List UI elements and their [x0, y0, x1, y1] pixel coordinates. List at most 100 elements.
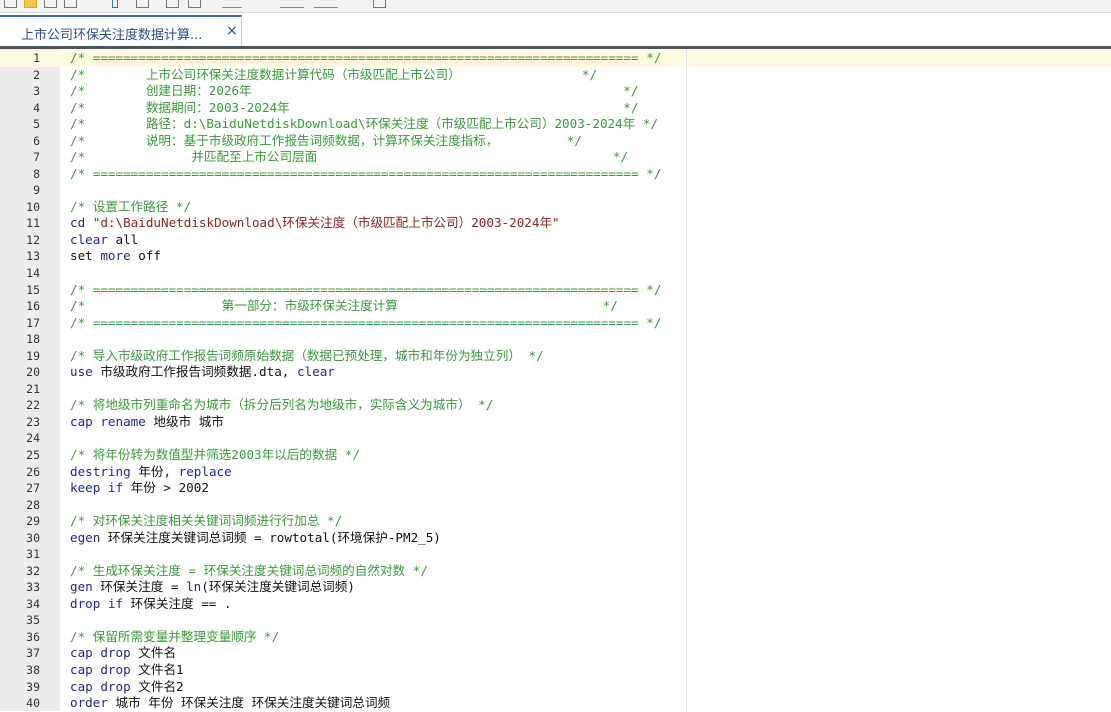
- code-line[interactable]: 15 /* ===================================…: [0, 282, 1111, 299]
- code-line[interactable]: 11 cd "d:\BaiduNetdiskDownload\环保关注度（市级匹配…: [0, 215, 1111, 232]
- line-number: 40: [26, 696, 40, 711]
- code-line[interactable]: 2 /* 上市公司环保关注度数据计算代码（市级匹配上市公司） */: [0, 67, 1111, 84]
- code-line[interactable]: 9: [0, 182, 1111, 199]
- code-line[interactable]: 24: [0, 430, 1111, 447]
- code-text: order 城市 年份 环保关注度 环保关注度关键词总词频: [70, 695, 390, 712]
- code-line[interactable]: 25 /* 将年份转为数值型并筛选2003年以后的数据 */: [0, 447, 1111, 464]
- code-keyword: use: [70, 364, 93, 380]
- line-number: 34: [26, 596, 40, 611]
- code-line[interactable]: 16 /* 第一部分：市级环保关注度计算 */: [0, 298, 1111, 315]
- view-menu-icon[interactable]: [373, 0, 386, 8]
- indent-icon[interactable]: [280, 0, 304, 8]
- code-keyword: gen: [70, 579, 93, 595]
- code-token: 文件名1: [130, 661, 184, 677]
- line-number: 23: [26, 414, 40, 429]
- code-keyword: more: [100, 248, 131, 264]
- code-line[interactable]: 23 cap rename 地级市 城市: [0, 414, 1111, 431]
- code-comment: /* =====================================…: [70, 281, 662, 297]
- code-line[interactable]: 8 /* ====================================…: [0, 166, 1111, 183]
- paste-icon[interactable]: [188, 0, 201, 8]
- code-line[interactable]: 12 clear all: [0, 232, 1111, 249]
- code-text: cap drop 文件名2: [70, 679, 184, 696]
- code-keyword: ln: [186, 579, 202, 595]
- code-line[interactable]: 31: [0, 546, 1111, 563]
- line-number: 22: [26, 398, 40, 413]
- code-token: 文件名: [130, 645, 177, 661]
- open-folder-icon[interactable]: [24, 0, 37, 8]
- code-text: /* 上市公司环保关注度数据计算代码（市级匹配上市公司） */: [70, 67, 597, 84]
- code-comment: /* 第一部分：市级环保关注度计算 */: [70, 298, 618, 314]
- code-token: 环保关注度 == .: [123, 595, 232, 611]
- code-text: egen 环保关注度关键词总词频 = rowtotal(环境保护-PM2_5): [70, 530, 441, 547]
- code-line[interactable]: 7 /* 并匹配至上市公司层面 */: [0, 149, 1111, 166]
- code-line[interactable]: 36 /* 保留所需变量并整理变量顺序 */: [0, 629, 1111, 646]
- code-comment: /* 并匹配至上市公司层面 */: [70, 149, 629, 165]
- code-line[interactable]: 3 /* 创建日期：2026年 */: [0, 83, 1111, 100]
- line-number: 1: [33, 51, 40, 65]
- code-line[interactable]: 10 /* 设置工作路径 */: [0, 199, 1111, 216]
- code-comment: /* 说明：基于市级政府工作报告词频数据，计算环保关注度指标， */: [70, 132, 582, 148]
- code-line[interactable]: 35: [0, 612, 1111, 629]
- new-file-icon[interactable]: [4, 0, 17, 8]
- undo-icon[interactable]: [222, 0, 242, 8]
- code-keyword: clear: [296, 364, 335, 380]
- code-text: cd "d:\BaiduNetdiskDownload\环保关注度（市级匹配上市…: [70, 215, 560, 232]
- code-line[interactable]: 32 /* 生成环保关注度 = 环保关注度关键词总词频的自然对数 */: [0, 563, 1111, 580]
- line-number: 26: [26, 464, 40, 479]
- tab-bar: 上市公司环保关注度数据计算... ×: [0, 13, 1111, 46]
- code-line[interactable]: 26 destring 年份, replace: [0, 464, 1111, 481]
- code-text: clear all: [70, 232, 138, 249]
- code-line[interactable]: 20 use 市级政府工作报告词频数据.dta, clear: [0, 364, 1111, 381]
- line-number: 17: [26, 315, 40, 330]
- code-comment: /* 设置工作路径 */: [70, 198, 192, 214]
- code-line[interactable]: 18: [0, 331, 1111, 348]
- save-icon[interactable]: [44, 0, 57, 8]
- code-line[interactable]: 1 /* ====================================…: [0, 50, 1111, 67]
- code-line[interactable]: 14: [0, 265, 1111, 282]
- code-text: cap drop 文件名1: [70, 662, 184, 679]
- code-line[interactable]: 39 cap drop 文件名2: [0, 679, 1111, 696]
- code-line[interactable]: 5 /* 路径：d:\BaiduNetdiskDownload\环保关注度（市级匹…: [0, 116, 1111, 133]
- code-line[interactable]: 13 set more off: [0, 248, 1111, 265]
- code-comment: /* =====================================…: [70, 165, 662, 181]
- code-editor[interactable]: 1 /* ====================================…: [0, 49, 1111, 711]
- code-line[interactable]: 30 egen 环保关注度关键词总词频 = rowtotal(环境保护-PM2_5…: [0, 530, 1111, 547]
- line-number: 8: [33, 166, 40, 181]
- find-icon[interactable]: [112, 0, 118, 8]
- code-line[interactable]: 38 cap drop 文件名1: [0, 662, 1111, 679]
- print-icon[interactable]: [64, 0, 77, 8]
- cut-icon[interactable]: [136, 0, 149, 8]
- code-line[interactable]: 6 /* 说明：基于市级政府工作报告词频数据，计算环保关注度指标， */: [0, 133, 1111, 150]
- code-line[interactable]: 27 keep if 年份 > 2002: [0, 480, 1111, 497]
- code-line[interactable]: 37 cap drop 文件名: [0, 645, 1111, 662]
- code-line[interactable]: 4 /* 数据期间：2003-2024年 */: [0, 100, 1111, 117]
- copy-icon[interactable]: [166, 0, 179, 8]
- code-text: keep if 年份 > 2002: [70, 480, 209, 497]
- close-tab-icon[interactable]: ×: [226, 23, 238, 39]
- code-line[interactable]: 21: [0, 381, 1111, 398]
- code-comment: /* 对环保关注度相关关键词词频进行行加总 */: [70, 513, 343, 529]
- line-number: 30: [26, 530, 40, 545]
- code-text: /* 保留所需变量并整理变量顺序 */: [70, 629, 279, 646]
- tab-do-file[interactable]: 上市公司环保关注度数据计算... ×: [0, 15, 242, 46]
- line-number: 21: [26, 381, 40, 396]
- code-comment: /* 生成环保关注度 = 环保关注度关键词总词频的自然对数 */: [70, 562, 428, 578]
- line-number: 32: [26, 563, 40, 578]
- code-line[interactable]: 22 /* 将地级市列重命名为城市（拆分后列名为地级市，实际含义为城市） */: [0, 397, 1111, 414]
- code-line[interactable]: 34 drop if 环保关注度 == .: [0, 596, 1111, 613]
- code-text: /* =====================================…: [70, 166, 661, 183]
- code-line[interactable]: 28: [0, 497, 1111, 514]
- code-text: /* =====================================…: [70, 315, 661, 332]
- code-comment: /* 上市公司环保关注度数据计算代码（市级匹配上市公司） */: [70, 66, 598, 82]
- line-number: 24: [26, 431, 40, 446]
- code-line[interactable]: 17 /* ===================================…: [0, 315, 1111, 332]
- code-line[interactable]: 29 /* 对环保关注度相关关键词词频进行行加总 */: [0, 513, 1111, 530]
- code-comment: /* =====================================…: [70, 50, 662, 65]
- outdent-icon[interactable]: [314, 0, 338, 8]
- code-line[interactable]: 33 gen 环保关注度 = ln(环保关注度关键词总词频): [0, 579, 1111, 596]
- code-line[interactable]: 40 order 城市 年份 环保关注度 环保关注度关键词总词频: [0, 695, 1111, 712]
- code-comment: /* 数据期间：2003-2024年 */: [70, 99, 639, 115]
- code-line[interactable]: 19 /* 导入市级政府工作报告词频原始数据（数据已预处理，城市和年份为独立列） …: [0, 348, 1111, 365]
- code-token: 年份,: [130, 463, 179, 479]
- code-text: /* 对环保关注度相关关键词词频进行行加总 */: [70, 513, 342, 530]
